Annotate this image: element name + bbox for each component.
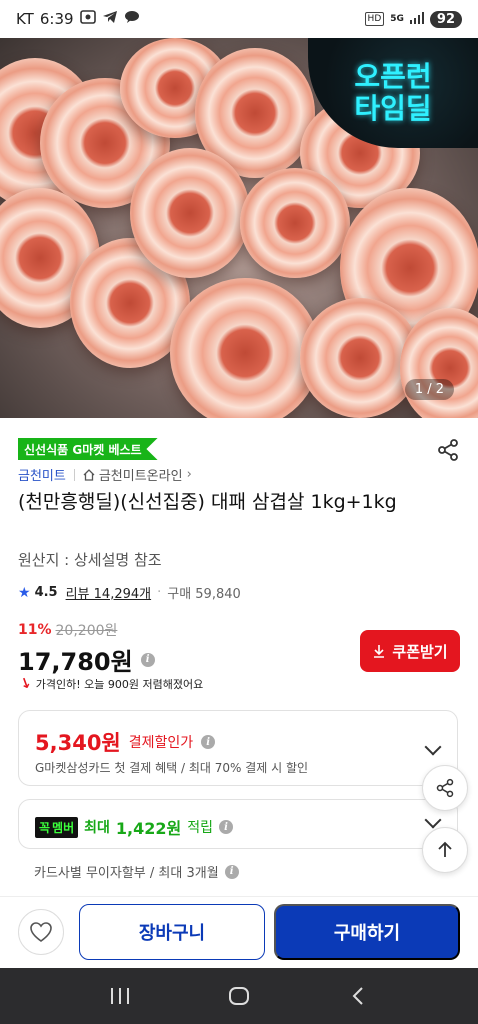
signal-icon [409, 11, 424, 27]
share-button[interactable] [436, 438, 460, 462]
buy-now-button[interactable]: 구매하기 [274, 904, 460, 960]
recents-button[interactable] [105, 981, 135, 1011]
clock: 6:39 [39, 10, 74, 28]
chat-bubble-icon [124, 10, 140, 28]
installment-info: 카드사별 무이자할부 / 최대 3개월 i [34, 862, 239, 881]
discount-rate: 11% [18, 622, 52, 638]
battery-indicator: 92 [429, 10, 462, 28]
home-store-icon [83, 468, 95, 481]
promo-line-1: 오픈런 [354, 60, 432, 93]
telegram-icon [102, 10, 118, 28]
hd-voice-indicator: HD [364, 12, 385, 26]
add-to-cart-button[interactable]: 장바구니 [79, 904, 265, 960]
coupon-label: 쿠폰받기 [392, 643, 448, 661]
rating-row: ★ 4.5 리뷰 14,294개 · 구매 59,840 [18, 583, 241, 603]
best-tag: 신선식품 G마켓 베스트 [18, 438, 158, 460]
heart-icon [30, 922, 52, 942]
original-price: 20,200원 [55, 623, 118, 639]
member-badge-text: 멤버 [52, 820, 75, 835]
network-type: 5G [390, 14, 404, 24]
purchase-action-bar: 장바구니 구매하기 [0, 896, 478, 968]
chevron-down-icon[interactable] [424, 738, 442, 756]
product-image[interactable]: 오픈런 타임딜 1 / 2 [0, 38, 478, 418]
info-icon[interactable]: i [219, 820, 234, 834]
recents-icon [110, 988, 129, 1004]
star-icon: ★ [18, 584, 31, 601]
discount-row: 11% 20,200원 [18, 620, 117, 640]
payment-discount-description: G마켓삼성카드 첫 결제 혜택 / 최대 70% 결제 시 할인 [35, 761, 309, 775]
scroll-top-button[interactable] [422, 827, 468, 873]
price-down-arrow-icon: ↓ [17, 674, 35, 694]
membership-amount: 1,422원 [115, 819, 182, 838]
membership-suffix: 적립 [187, 820, 214, 836]
share-icon [438, 439, 458, 461]
download-arrow-icon [374, 645, 385, 658]
image-counter: 1 / 2 [404, 379, 454, 400]
price-drop-text: 가격인하! 오늘 900원 저렴해졌어요 [35, 678, 204, 691]
system-navigation-bar [0, 968, 478, 1024]
membership-prefix: 최대 [84, 820, 110, 836]
seller-link[interactable]: 금천미트 [18, 465, 66, 484]
payment-discount-label: 결제할인가 [128, 735, 194, 751]
installment-text: 카드사별 무이자할부 / 최대 3개월 [34, 866, 219, 881]
product-title: (천만흥행딜)(신선집중) 대패 삼겹살 1kg+1kg [18, 491, 397, 513]
screenshot-icon [79, 10, 96, 28]
wishlist-button[interactable] [18, 909, 64, 955]
carrier-label: KT [16, 10, 34, 28]
purchase-count: 구매 59,840 [167, 587, 241, 602]
status-bar: KT 6:39 HD 5G 92 [0, 0, 478, 38]
info-icon[interactable]: i [201, 735, 216, 749]
share-icon [436, 778, 454, 798]
product-info: 신선식품 G마켓 베스트 금천미트 금천미트온라인 › (천만흥행딜)(신선집중… [0, 418, 478, 896]
floating-share-button[interactable] [422, 765, 468, 811]
info-icon[interactable]: i [224, 864, 239, 879]
store-link[interactable]: 금천미트온라인 › [83, 465, 192, 484]
back-button[interactable] [343, 981, 373, 1011]
arrow-up-icon [438, 841, 452, 857]
payment-discount-amount: 5,340원 [35, 731, 121, 755]
membership-card[interactable]: 꼭 멤버 최대 1,422원 적립 i [18, 799, 458, 849]
review-link[interactable]: 리뷰 14,294개 [66, 583, 152, 602]
store-link-label: 금천미트온라인 [98, 469, 183, 484]
separator-dot: · [157, 585, 162, 600]
back-icon [352, 987, 364, 1005]
price-drop-notice: ↓ 가격인하! 오늘 900원 저렴해졌어요 [17, 674, 204, 694]
home-button[interactable] [224, 981, 254, 1011]
chevron-down-icon[interactable] [424, 811, 442, 829]
seller-row: 금천미트 금천미트온라인 › [18, 465, 192, 484]
rating-score: 4.5 [34, 585, 58, 600]
divider [73, 468, 75, 481]
payment-discount-card[interactable]: 5,340원 결제할인가 i G마켓삼성카드 첫 결제 혜택 / 최대 70% … [18, 710, 458, 786]
home-icon [228, 987, 249, 1005]
info-icon[interactable]: i [140, 652, 155, 667]
promo-line-2: 타임딜 [354, 92, 432, 125]
sale-price: 17,780원 [18, 648, 133, 676]
member-logo-icon: 꼭 [39, 820, 51, 835]
origin-info: 원산지 : 상세설명 참조 [18, 551, 162, 569]
member-badge: 꼭 멤버 [35, 816, 79, 838]
price-row: 17,780원 i [18, 642, 155, 677]
coupon-button[interactable]: 쿠폰받기 [360, 630, 460, 672]
chevron-right-icon: › [186, 467, 192, 482]
